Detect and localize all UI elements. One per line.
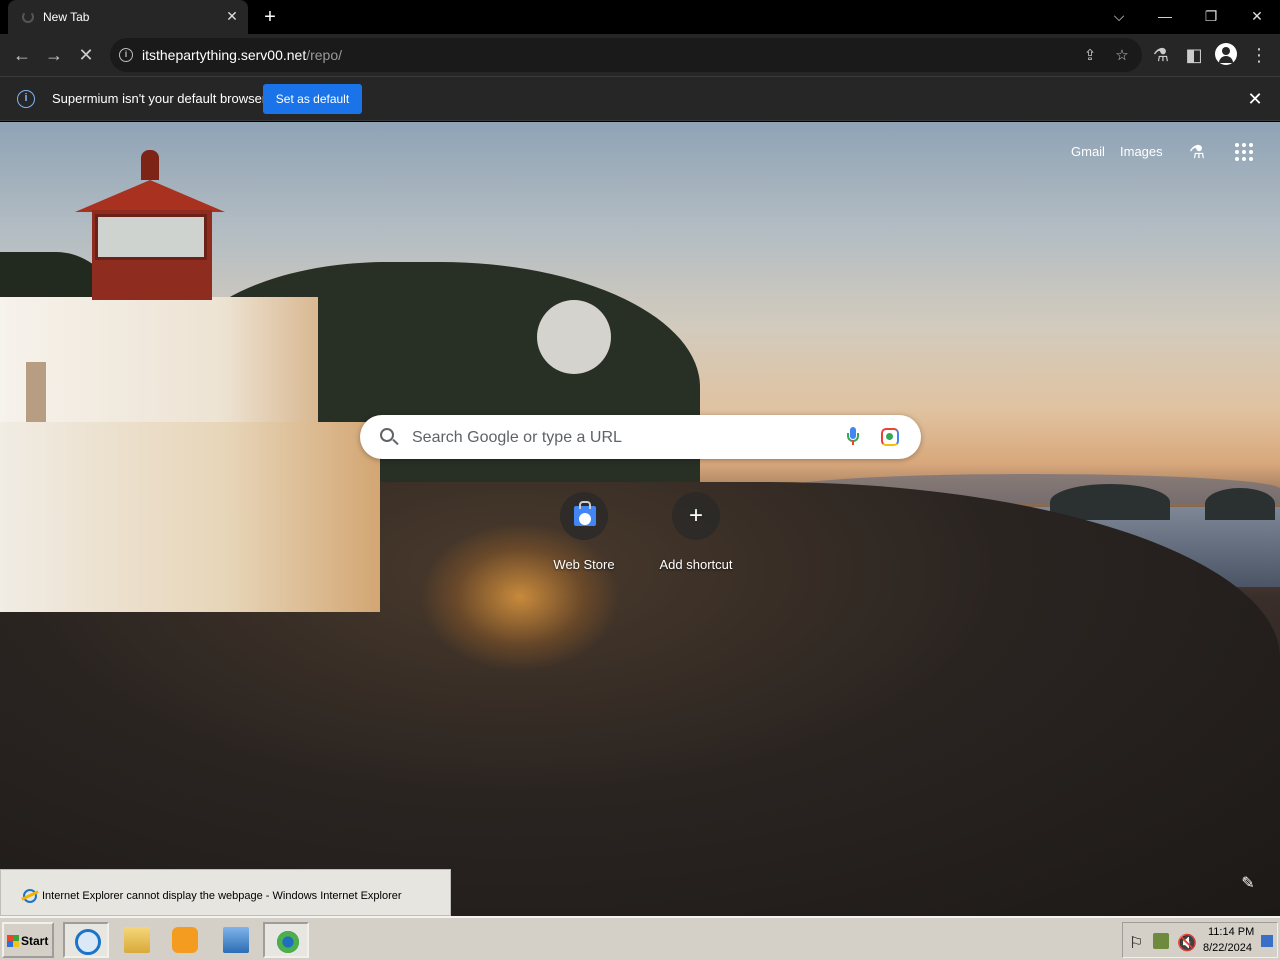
set-as-default-button[interactable]: Set as default xyxy=(263,84,362,114)
customize-pencil-icon[interactable]: ✎ xyxy=(1238,874,1258,894)
close-window-button[interactable]: ✕ xyxy=(1243,4,1271,28)
shortcut-web-store[interactable]: Web Store xyxy=(528,492,640,592)
windows-flag-icon xyxy=(7,935,19,947)
side-panel-icon[interactable]: ◧ xyxy=(1182,43,1206,67)
new-tab-button[interactable]: + xyxy=(259,6,281,28)
url-path: /repo/ xyxy=(306,47,343,63)
info-icon: i xyxy=(17,90,35,108)
search-input[interactable]: Search Google or type a URL xyxy=(360,415,921,459)
bookmark-star-icon[interactable]: ☆ xyxy=(1112,46,1132,66)
url-text[interactable]: itsthepartything.serv00.net/repo/ xyxy=(142,47,342,63)
taskbar-supermium[interactable] xyxy=(263,922,309,958)
system-tray: ⚐ 🔇 11:14 PM 8/22/2024 xyxy=(1122,922,1278,958)
action-center-flag-icon[interactable]: ⚐ xyxy=(1129,933,1145,952)
address-bar[interactable]: i itsthepartything.serv00.net/repo/ ⇪ ☆ xyxy=(110,38,1142,72)
shortcut-label: Add shortcut xyxy=(659,557,733,572)
infobar-close-button[interactable]: ✕ xyxy=(1244,88,1266,110)
restore-button[interactable]: ❐ xyxy=(1197,4,1225,28)
infobar-message: Supermium isn't your default browser xyxy=(52,91,267,106)
google-apps-icon[interactable] xyxy=(1235,143,1255,163)
ie-error-window[interactable]: Internet Explorer cannot display the web… xyxy=(0,869,451,916)
google-lens-icon[interactable] xyxy=(881,428,899,446)
clock-date[interactable]: 8/22/2024 xyxy=(1203,942,1252,954)
shortcut-tile: + xyxy=(672,492,720,540)
tab-close-button[interactable]: ✕ xyxy=(224,8,240,24)
new-tab-page: Gmail Images ⚗ Search Google or type a U… xyxy=(0,122,1280,916)
taskbar-explorer[interactable] xyxy=(114,922,160,958)
start-label: Start xyxy=(21,934,49,948)
minimize-button[interactable]: — xyxy=(1151,4,1179,28)
search-icon xyxy=(380,428,394,442)
labs-flask-icon[interactable]: ⚗ xyxy=(1149,43,1173,67)
search-placeholder: Search Google or type a URL xyxy=(412,429,622,446)
taskbar-internet-explorer[interactable] xyxy=(63,922,109,958)
shortcut-label: Web Store xyxy=(553,557,615,572)
stop-loading-button[interactable]: ✕ xyxy=(74,43,98,67)
web-store-icon xyxy=(574,501,596,526)
internet-explorer-icon xyxy=(23,889,37,903)
start-button[interactable]: Start xyxy=(2,922,54,958)
ntp-labs-icon[interactable]: ⚗ xyxy=(1186,141,1208,163)
default-browser-infobar: i Supermium isn't your default browser S… xyxy=(0,76,1280,121)
voice-search-icon[interactable] xyxy=(847,427,859,447)
taskbar-media-player[interactable] xyxy=(162,922,208,958)
forward-button[interactable]: → xyxy=(42,43,66,67)
back-button[interactable]: ← xyxy=(10,43,34,67)
tab-strip: New Tab ✕ + ⌵ — ❐ ✕ xyxy=(0,0,1280,34)
folder-icon xyxy=(124,927,150,953)
google-logo-placeholder xyxy=(537,300,611,374)
supermium-icon xyxy=(275,929,301,955)
loading-icon xyxy=(22,11,34,23)
menu-kebab-icon[interactable]: ⋮ xyxy=(1247,43,1271,67)
tab-title: New Tab xyxy=(43,10,90,24)
url-host: itsthepartything.serv00.net xyxy=(142,47,307,63)
images-link[interactable]: Images xyxy=(1120,144,1163,159)
ie-window-title: Internet Explorer cannot display the web… xyxy=(42,890,402,902)
shortcut-add[interactable]: + Add shortcut xyxy=(640,492,752,592)
media-player-icon xyxy=(172,927,198,953)
taskbar-control-panel[interactable] xyxy=(213,922,259,958)
clock-time[interactable]: 11:14 PM xyxy=(1208,926,1254,938)
shortcut-tile xyxy=(560,492,608,540)
site-info-icon[interactable]: i xyxy=(119,48,133,62)
gmail-link[interactable]: Gmail xyxy=(1071,144,1105,159)
show-desktop-icon[interactable] xyxy=(1261,935,1273,947)
internet-explorer-icon xyxy=(75,929,101,955)
share-icon[interactable]: ⇪ xyxy=(1080,46,1100,66)
tab-search-icon[interactable]: ⌵ xyxy=(1105,4,1133,28)
tab-new-tab[interactable]: New Tab ✕ xyxy=(8,0,248,34)
taskbar: Start ⚐ 🔇 11:14 PM 8/22/2024 xyxy=(0,916,1280,960)
network-icon[interactable] xyxy=(1153,933,1169,949)
volume-muted-icon[interactable]: 🔇 xyxy=(1177,933,1197,952)
profile-avatar-icon[interactable] xyxy=(1215,43,1237,65)
control-panel-icon xyxy=(223,927,249,953)
browser-toolbar: ← → ✕ i itsthepartything.serv00.net/repo… xyxy=(0,34,1280,76)
plus-icon: + xyxy=(688,502,703,529)
